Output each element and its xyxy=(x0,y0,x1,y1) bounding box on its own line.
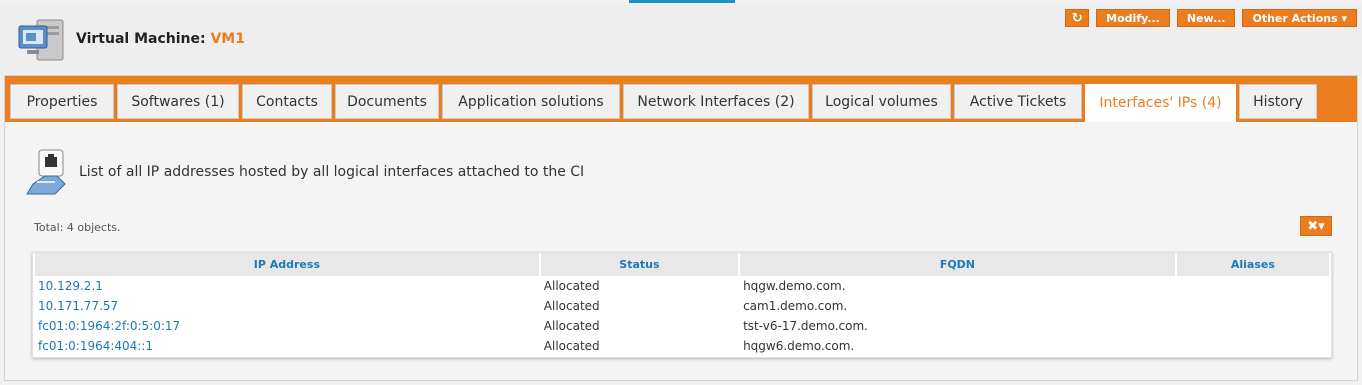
fqdn-cell: hqgw6.demo.com. xyxy=(743,339,855,353)
ip-address-link[interactable]: 10.171.77.57 xyxy=(38,299,118,313)
other-actions-button[interactable]: Other Actions ▾ xyxy=(1242,9,1357,27)
tab-description: List of all IP addresses hosted by all l… xyxy=(79,164,585,180)
new-button[interactable]: New... xyxy=(1176,9,1236,27)
fqdn-cell: hqgw.demo.com. xyxy=(743,279,846,293)
ip-address-cell: fc01:0:1964:2f:0:5:0:17 xyxy=(35,316,539,336)
table-row: 10.171.77.57 Allocated cam1.demo.com. xyxy=(35,296,1329,316)
ip-table-container: IP Address Status FQDN Aliases 10.129.2.… xyxy=(32,252,1332,358)
table-row: 10.129.2.1 Allocated hqgw.demo.com. xyxy=(35,276,1329,296)
fqdn-cell: cam1.demo.com. xyxy=(743,299,848,313)
status-cell: Allocated xyxy=(543,339,600,353)
aliases-cell xyxy=(1177,296,1329,316)
network-interface-icon xyxy=(26,149,66,195)
aliases-cell xyxy=(1177,336,1329,356)
column-status[interactable]: Status xyxy=(540,253,739,276)
page-title: Virtual Machine: VM1 xyxy=(76,31,245,47)
tab-logical-volumes[interactable]: Logical volumes xyxy=(812,84,951,119)
tab-history[interactable]: History xyxy=(1239,84,1317,119)
virtual-machine-icon xyxy=(18,19,64,61)
tools-icon: ✖▾ xyxy=(1307,218,1325,234)
tab-active-tickets[interactable]: Active Tickets xyxy=(954,84,1082,119)
ip-address-cell: fc01:0:1964:404::1 xyxy=(35,336,539,356)
object-name: VM1 xyxy=(210,31,245,47)
title-prefix: Virtual Machine: xyxy=(76,31,211,47)
refresh-button[interactable]: ↻ xyxy=(1065,9,1090,27)
modify-button[interactable]: Modify... xyxy=(1096,9,1170,27)
tab-interfaces-ips[interactable]: Interfaces' IPs (4) xyxy=(1085,84,1236,122)
ip-address-link[interactable]: fc01:0:1964:404::1 xyxy=(38,339,153,353)
ip-address-table: IP Address Status FQDN Aliases 10.129.2.… xyxy=(33,253,1331,356)
details-panel: Properties Softwares (1) Contacts Docume… xyxy=(4,75,1358,381)
table-row: fc01:0:1964:2f:0:5:0:17 Allocated tst-v6… xyxy=(35,316,1329,336)
fqdn-cell: tst-v6-17.demo.com. xyxy=(743,319,868,333)
table-tools-button[interactable]: ✖▾ xyxy=(1300,216,1332,236)
ip-address-cell: 10.129.2.1 xyxy=(35,276,539,296)
column-aliases[interactable]: Aliases xyxy=(1176,253,1329,276)
tab-bar: Properties Softwares (1) Contacts Docume… xyxy=(5,76,1357,122)
status-cell: Allocated xyxy=(543,279,600,293)
tab-application-solutions[interactable]: Application solutions xyxy=(442,84,620,119)
status-cell: Allocated xyxy=(543,319,600,333)
status-cell: Allocated xyxy=(543,299,600,313)
column-ip-address[interactable]: IP Address xyxy=(35,253,539,276)
ip-address-link[interactable]: fc01:0:1964:2f:0:5:0:17 xyxy=(38,319,180,333)
total-count: Total: 4 objects. xyxy=(34,221,121,234)
column-fqdn[interactable]: FQDN xyxy=(740,253,1175,276)
tab-contacts[interactable]: Contacts xyxy=(242,84,332,119)
ip-address-cell: 10.171.77.57 xyxy=(35,296,539,316)
tab-properties[interactable]: Properties xyxy=(10,84,114,119)
aliases-cell xyxy=(1177,276,1329,296)
aliases-cell xyxy=(1177,316,1329,336)
tab-network-interfaces[interactable]: Network Interfaces (2) xyxy=(623,84,809,119)
page-header: Virtual Machine: VM1 ↻ Modify... New... … xyxy=(0,3,1362,75)
tab-softwares[interactable]: Softwares (1) xyxy=(117,84,239,119)
action-buttons: ↻ Modify... New... Other Actions ▾ xyxy=(1065,9,1357,27)
table-header-row: IP Address Status FQDN Aliases xyxy=(35,253,1329,276)
table-row: fc01:0:1964:404::1 Allocated hqgw6.demo.… xyxy=(35,336,1329,356)
tab-documents[interactable]: Documents xyxy=(335,84,439,119)
ip-address-link[interactable]: 10.129.2.1 xyxy=(38,279,103,293)
